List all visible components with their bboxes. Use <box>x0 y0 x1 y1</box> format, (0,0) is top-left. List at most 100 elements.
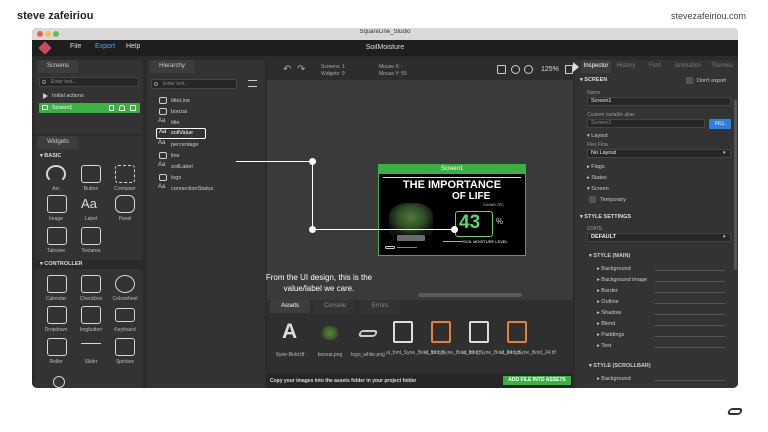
menu-export[interactable]: Export <box>95 43 115 50</box>
tab-assets[interactable]: Assets <box>270 300 310 313</box>
colorwheel-widget-icon[interactable] <box>115 275 135 293</box>
hierarchy-item-soillabel[interactable]: soilLabel <box>171 164 193 170</box>
controller-section-header[interactable]: ▾ CONTROLLER <box>40 261 83 267</box>
tab-widgets[interactable]: Widgets <box>38 136 78 149</box>
tab-font[interactable]: Font <box>641 60 669 73</box>
canvas-area[interactable]: ↶ ↷ Screens: 1 Widgets: 9 Mouse X: - Mou… <box>236 60 573 300</box>
layout-section[interactable]: ▾ Layout <box>587 133 608 139</box>
slider-widget-icon[interactable] <box>81 343 101 344</box>
site-url[interactable]: stevezafeiriou.com <box>671 11 746 21</box>
canvas-scrollbar[interactable] <box>418 293 522 297</box>
states-section[interactable]: ▸ States <box>587 175 607 181</box>
duplicate-icon[interactable] <box>130 105 136 111</box>
name-input[interactable]: Screen1 <box>587 97 731 106</box>
roller-widget-icon[interactable] <box>47 338 67 356</box>
tab-history[interactable]: History <box>612 60 640 73</box>
style-row-text[interactable]: ▸ Text <box>597 343 727 349</box>
checkbox-widget-icon[interactable] <box>81 275 101 293</box>
dropdown-widget-icon[interactable] <box>47 306 67 324</box>
tab-screens[interactable]: Screens <box>38 60 78 73</box>
style-main-section[interactable]: ▾ STYLE (MAIN) <box>589 253 630 259</box>
spinbox-widget-icon[interactable] <box>115 338 135 356</box>
style-row-border[interactable]: ▸ Border <box>597 288 727 294</box>
tab-hierarchy[interactable]: Hierarchy <box>150 60 194 73</box>
file-asset-icon[interactable] <box>469 321 489 343</box>
imgbutton-widget-icon[interactable] <box>81 306 101 324</box>
flex-flow-select[interactable]: No Layout <box>587 149 731 158</box>
screen-list-item[interactable]: Screen1 <box>39 103 140 113</box>
calendar-widget-icon[interactable] <box>47 275 67 293</box>
hierarchy-item-percentage[interactable]: percentage <box>171 142 199 148</box>
hierarchy-item-line[interactable]: line <box>171 153 180 159</box>
fill-button[interactable]: FILL <box>709 119 731 129</box>
redo-icon[interactable]: ↷ <box>297 64 305 75</box>
hierarchy-item-soilvalue[interactable]: soilValue <box>171 130 193 136</box>
style-row-paddings[interactable]: ▸ Paddings <box>597 332 727 338</box>
flags-section[interactable]: ▸ Flags <box>587 164 605 170</box>
tab-errors[interactable]: Errors <box>360 300 400 313</box>
zoom-out-icon[interactable] <box>511 65 520 74</box>
style-row-outline[interactable]: ▸ Outline <box>597 299 727 305</box>
style-row-label: Background <box>601 376 631 382</box>
inspector-scrollbar[interactable] <box>734 100 737 270</box>
style-row-blend[interactable]: ▸ Blend <box>597 321 727 327</box>
list-view-icon[interactable] <box>248 80 257 87</box>
style-row-shadow[interactable]: ▸ Shadow <box>597 310 727 316</box>
font-asset-icon[interactable]: A <box>282 320 297 344</box>
screen-section-header[interactable]: ▾ SCREEN <box>580 77 607 83</box>
scrollbar-row-background[interactable]: ▸ Background <box>597 376 727 382</box>
arc-widget-icon[interactable] <box>46 165 66 183</box>
annotation-dot <box>309 158 316 165</box>
delete-screen-icon[interactable] <box>109 105 114 111</box>
image-view-icon[interactable] <box>497 65 506 74</box>
more-widget-icon[interactable] <box>53 376 65 388</box>
hierarchy-item-logo[interactable]: logo <box>171 175 181 181</box>
tab-themes[interactable]: Themes <box>707 60 737 73</box>
textarea-widget-icon[interactable] <box>81 227 101 245</box>
hierarchy-item-bonzai[interactable]: bonzai <box>171 109 187 115</box>
basic-section-header[interactable]: ▾ BASIC <box>40 153 61 159</box>
screen-subsection[interactable]: ▾ Screen <box>587 186 609 192</box>
logo-asset-icon[interactable] <box>357 330 379 337</box>
undo-icon[interactable]: ↶ <box>283 64 291 75</box>
screens-search-input[interactable]: Enter text... <box>39 77 139 87</box>
font-file-asset-icon[interactable] <box>507 321 527 343</box>
file-asset-icon[interactable] <box>393 321 413 343</box>
image-widget-icon[interactable] <box>47 195 67 213</box>
temporary-checkbox[interactable] <box>589 196 596 203</box>
fit-screen-icon[interactable] <box>565 65 573 74</box>
style-row-background-image[interactable]: ▸ Background image <box>597 277 727 283</box>
initial-actions-item[interactable]: Initial actions <box>52 93 84 99</box>
keyboard-widget-icon[interactable] <box>115 308 135 322</box>
label-widget-icon[interactable]: Aa <box>81 196 97 211</box>
button-widget-icon[interactable] <box>81 165 101 183</box>
menu-file[interactable]: File <box>70 43 81 50</box>
style-scrollbar-section[interactable]: ▾ STYLE (SCROLLBAR) <box>589 363 651 369</box>
hierarchy-search-input[interactable]: Enter text... <box>151 79 237 89</box>
screen-preview[interactable]: Screen1 THE IMPORTANCE OF LIFE CAVIAR-TE… <box>378 164 526 256</box>
state-select[interactable]: DEFAULT <box>587 233 731 242</box>
tab-animation[interactable]: Animation <box>670 60 706 73</box>
asset-label: ui_font_Syne_Bold_24.bin <box>462 350 521 356</box>
zoom-in-icon[interactable] <box>524 65 533 74</box>
lock-icon[interactable] <box>119 105 125 111</box>
zoom-level[interactable]: 125% <box>541 66 559 73</box>
tab-inspector[interactable]: Inspector <box>581 60 611 73</box>
hierarchy-item-title[interactable]: title <box>171 120 180 126</box>
menu-help[interactable]: Help <box>126 43 140 50</box>
style-row-background[interactable]: ▸ Background <box>597 266 727 272</box>
tabview-widget-icon[interactable] <box>47 227 67 245</box>
mouse-y-value: 55 <box>401 71 407 77</box>
add-file-into-assets-button[interactable]: ADD FILE INTO ASSETS <box>503 376 571 385</box>
tab-console[interactable]: Console <box>315 300 355 313</box>
collapse-arrow-icon[interactable] <box>573 62 579 72</box>
dont-export-checkbox[interactable] <box>686 77 693 84</box>
hierarchy-item-connectionstatus[interactable]: connectionStatus <box>171 186 213 192</box>
alias-input[interactable]: Screen1 <box>587 119 705 128</box>
style-settings-header[interactable]: ▾ STYLE SETTINGS <box>580 214 631 220</box>
panel-widget-icon[interactable] <box>115 195 135 213</box>
container-widget-icon[interactable] <box>115 165 135 183</box>
image-asset-thumbnail[interactable] <box>322 326 338 340</box>
font-file-asset-icon[interactable] <box>431 321 451 343</box>
hierarchy-item-titleline[interactable]: titleLine <box>171 98 190 104</box>
